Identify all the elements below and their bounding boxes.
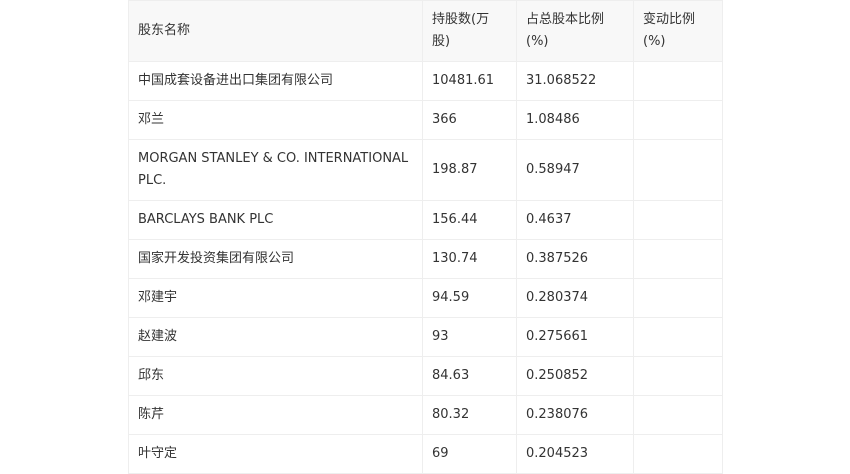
shares-held: 80.32 (422, 395, 517, 435)
table-row: BARCLAYS BANK PLC 156.44 0.4637 (128, 200, 723, 240)
shareholder-name: 叶守定 (128, 434, 423, 474)
change-ratio (633, 100, 723, 140)
change-ratio (633, 356, 723, 396)
share-ratio: 0.238076 (516, 395, 634, 435)
table-row: 赵建波 93 0.275661 (128, 317, 723, 357)
table-row: MORGAN STANLEY & CO. INTERNATIONAL PLC. … (128, 139, 723, 201)
share-ratio: 0.280374 (516, 278, 634, 318)
header-change-ratio: 变动比例(%) (633, 0, 723, 62)
shares-held: 69 (422, 434, 517, 474)
shares-held: 198.87 (422, 139, 517, 201)
header-shareholder-name: 股东名称 (128, 0, 423, 62)
share-ratio: 0.387526 (516, 239, 634, 279)
shares-held: 366 (422, 100, 517, 140)
shareholder-name: 邱东 (128, 356, 423, 396)
table-row: 邱东 84.63 0.250852 (128, 356, 723, 396)
table-row: 陈芹 80.32 0.238076 (128, 395, 723, 435)
shareholder-name: 国家开发投资集团有限公司 (128, 239, 423, 279)
table-row: 中国成套设备进出口集团有限公司 10481.61 31.068522 (128, 61, 723, 101)
shareholder-name: 中国成套设备进出口集团有限公司 (128, 61, 423, 101)
shareholder-name: 邓兰 (128, 100, 423, 140)
change-ratio (633, 139, 723, 201)
share-ratio: 0.275661 (516, 317, 634, 357)
header-shares-held: 持股数(万股) (422, 0, 517, 62)
change-ratio (633, 239, 723, 279)
share-ratio: 31.068522 (516, 61, 634, 101)
shares-held: 10481.61 (422, 61, 517, 101)
header-share-ratio: 占总股本比例(%) (516, 0, 634, 62)
page: 股东名称 持股数(万股) 占总股本比例(%) 变动比例(%) 中国成套设备进出口… (0, 0, 850, 474)
shares-held: 93 (422, 317, 517, 357)
change-ratio (633, 278, 723, 318)
share-ratio: 0.204523 (516, 434, 634, 474)
change-ratio (633, 200, 723, 240)
shares-held: 94.59 (422, 278, 517, 318)
shares-held: 156.44 (422, 200, 517, 240)
shareholder-name: MORGAN STANLEY & CO. INTERNATIONAL PLC. (128, 139, 423, 201)
share-ratio: 0.58947 (516, 139, 634, 201)
change-ratio (633, 395, 723, 435)
share-ratio: 1.08486 (516, 100, 634, 140)
shareholder-name: 赵建波 (128, 317, 423, 357)
table-header-row: 股东名称 持股数(万股) 占总股本比例(%) 变动比例(%) (128, 0, 723, 62)
shareholders-table: 股东名称 持股数(万股) 占总股本比例(%) 变动比例(%) 中国成套设备进出口… (128, 0, 723, 474)
shareholder-name: BARCLAYS BANK PLC (128, 200, 423, 240)
change-ratio (633, 61, 723, 101)
shares-held: 84.63 (422, 356, 517, 396)
shares-held: 130.74 (422, 239, 517, 279)
shareholder-name: 邓建宇 (128, 278, 423, 318)
share-ratio: 0.4637 (516, 200, 634, 240)
table-row: 叶守定 69 0.204523 (128, 434, 723, 474)
shareholder-name: 陈芹 (128, 395, 423, 435)
change-ratio (633, 317, 723, 357)
change-ratio (633, 434, 723, 474)
table-row: 邓兰 366 1.08486 (128, 100, 723, 140)
table-row: 邓建宇 94.59 0.280374 (128, 278, 723, 318)
table-row: 国家开发投资集团有限公司 130.74 0.387526 (128, 239, 723, 279)
share-ratio: 0.250852 (516, 356, 634, 396)
